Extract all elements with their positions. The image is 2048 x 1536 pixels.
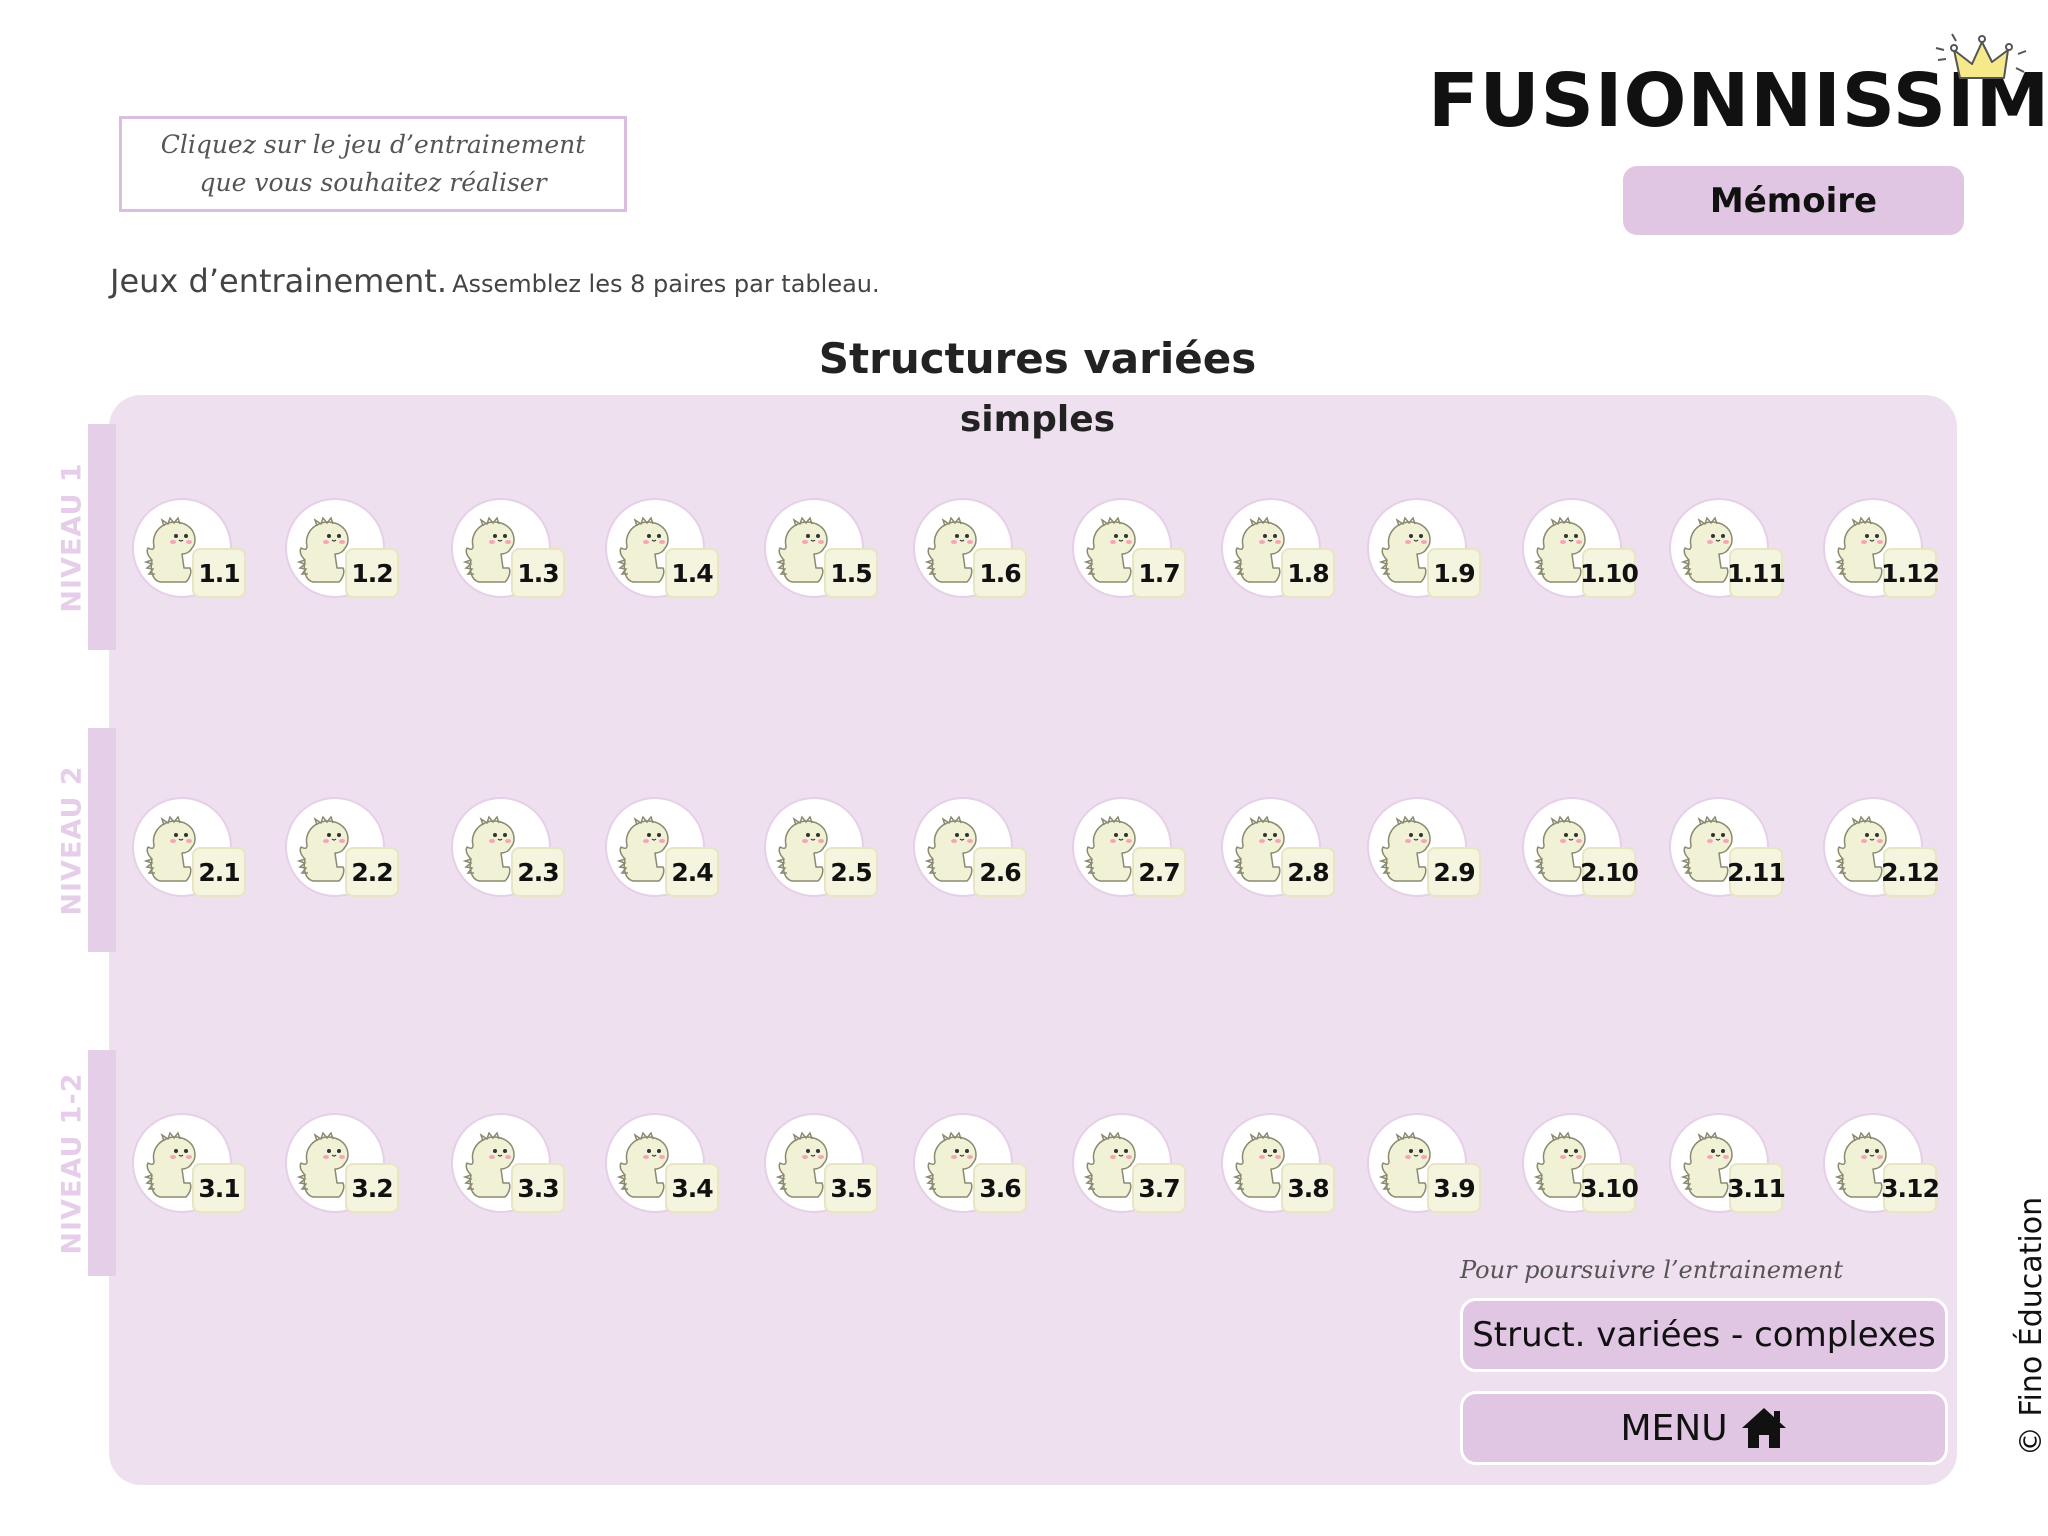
game-number: 1.9 xyxy=(1427,548,1481,598)
level-label-2: NIVEAU 2 xyxy=(56,764,88,916)
game-number: 1.11 xyxy=(1727,548,1786,598)
game-number: 3.6 xyxy=(973,1163,1027,1213)
level-label-3: NIVEAU 1-2 xyxy=(56,1071,88,1255)
game-number: 2.11 xyxy=(1727,847,1786,897)
continue-label: Pour poursuivre l’entrainement xyxy=(1460,1256,1844,1284)
game-tile[interactable]: 1.8 xyxy=(1219,498,1339,608)
memory-mode-button[interactable]: Mémoire xyxy=(1623,166,1964,235)
game-number: 1.8 xyxy=(1281,548,1335,598)
game-tile[interactable]: 2.2 xyxy=(283,797,403,907)
game-number: 3.5 xyxy=(824,1163,878,1213)
copyright: © Fino Éducation xyxy=(2014,1196,2048,1456)
game-tile[interactable]: 2.11 xyxy=(1667,797,1787,907)
game-tile[interactable]: 2.1 xyxy=(130,797,250,907)
game-tile[interactable]: 3.1 xyxy=(130,1113,250,1223)
game-number: 1.6 xyxy=(973,548,1027,598)
home-icon xyxy=(1741,1408,1786,1448)
game-tile[interactable]: 2.6 xyxy=(911,797,1031,907)
game-number: 3.7 xyxy=(1132,1163,1186,1213)
game-tile[interactable]: 3.8 xyxy=(1219,1113,1339,1223)
game-number: 2.12 xyxy=(1881,847,1940,897)
game-number: 2.2 xyxy=(345,847,399,897)
level-tab-2 xyxy=(88,728,116,952)
game-tile[interactable]: 1.10 xyxy=(1520,498,1640,608)
game-tile[interactable]: 1.3 xyxy=(449,498,569,608)
game-tile[interactable]: 1.1 xyxy=(130,498,250,608)
page-title: Structures variées xyxy=(818,334,1257,383)
menu-button-label: MENU xyxy=(1620,1407,1728,1449)
menu-button[interactable]: MENU xyxy=(1460,1391,1948,1465)
game-number: 1.3 xyxy=(511,548,565,598)
game-number: 2.9 xyxy=(1427,847,1481,897)
game-tile[interactable]: 1.5 xyxy=(762,498,882,608)
app-logo: FUSIONNISSIMO xyxy=(1428,58,2048,144)
game-tile[interactable]: 2.9 xyxy=(1365,797,1485,907)
game-tile[interactable]: 2.3 xyxy=(449,797,569,907)
game-number: 2.10 xyxy=(1580,847,1639,897)
game-number: 2.7 xyxy=(1132,847,1186,897)
panel-subtitle: simples xyxy=(959,399,1116,440)
game-number: 2.4 xyxy=(665,847,719,897)
game-tile[interactable]: 2.12 xyxy=(1821,797,1941,907)
hint-line-1: Cliquez sur le jeu d’entrainement xyxy=(160,130,586,159)
game-number: 1.2 xyxy=(345,548,399,598)
level-tab-3 xyxy=(88,1050,116,1276)
game-tile[interactable]: 3.9 xyxy=(1365,1113,1485,1223)
game-number: 3.12 xyxy=(1881,1163,1940,1213)
game-tile[interactable]: 1.2 xyxy=(283,498,403,608)
game-tile[interactable]: 1.6 xyxy=(911,498,1031,608)
game-number: 2.6 xyxy=(973,847,1027,897)
game-number: 3.9 xyxy=(1427,1163,1481,1213)
game-number: 1.10 xyxy=(1580,548,1639,598)
game-number: 3.3 xyxy=(511,1163,565,1213)
game-tile[interactable]: 2.4 xyxy=(603,797,723,907)
game-number: 3.1 xyxy=(192,1163,246,1213)
game-tile[interactable]: 2.10 xyxy=(1520,797,1640,907)
level-tab-1 xyxy=(88,424,116,650)
game-number: 2.3 xyxy=(511,847,565,897)
game-tile[interactable]: 1.7 xyxy=(1070,498,1190,608)
game-tile[interactable]: 3.12 xyxy=(1821,1113,1941,1223)
game-tile[interactable]: 3.6 xyxy=(911,1113,1031,1223)
game-tile[interactable]: 1.9 xyxy=(1365,498,1485,608)
instructions: Jeux d’entrainement. Assemblez les 8 pai… xyxy=(110,262,880,300)
next-level-button[interactable]: Struct. variées - complexes xyxy=(1460,1298,1948,1372)
game-number: 1.1 xyxy=(192,548,246,598)
game-tile[interactable]: 2.5 xyxy=(762,797,882,907)
game-number: 2.5 xyxy=(824,847,878,897)
game-number: 1.5 xyxy=(824,548,878,598)
game-number: 3.2 xyxy=(345,1163,399,1213)
hint-line-2: que vous souhaitez réaliser xyxy=(199,168,547,197)
game-tile[interactable]: 3.10 xyxy=(1520,1113,1640,1223)
game-number: 3.8 xyxy=(1281,1163,1335,1213)
game-number: 3.4 xyxy=(665,1163,719,1213)
game-number: 2.1 xyxy=(192,847,246,897)
game-tile[interactable]: 1.4 xyxy=(603,498,723,608)
game-tile[interactable]: 3.4 xyxy=(603,1113,723,1223)
game-number: 3.11 xyxy=(1727,1163,1786,1213)
game-tile[interactable]: 3.3 xyxy=(449,1113,569,1223)
crown-icon xyxy=(1935,33,2027,79)
game-tile[interactable]: 3.2 xyxy=(283,1113,403,1223)
level-label-1: NIVEAU 1 xyxy=(56,461,88,613)
game-tile[interactable]: 3.5 xyxy=(762,1113,882,1223)
instructions-detail: Assemblez les 8 paires par tableau. xyxy=(452,270,880,298)
instruction-hint-box: Cliquez sur le jeu d’entrainement que vo… xyxy=(119,116,627,212)
game-tile[interactable]: 1.12 xyxy=(1821,498,1941,608)
game-number: 1.12 xyxy=(1881,548,1940,598)
game-number: 1.4 xyxy=(665,548,719,598)
instructions-heading: Jeux d’entrainement. xyxy=(110,262,447,300)
game-tile[interactable]: 1.11 xyxy=(1667,498,1787,608)
game-number: 3.10 xyxy=(1580,1163,1639,1213)
game-tile[interactable]: 2.8 xyxy=(1219,797,1339,907)
game-number: 1.7 xyxy=(1132,548,1186,598)
game-tile[interactable]: 3.7 xyxy=(1070,1113,1190,1223)
game-tile[interactable]: 3.11 xyxy=(1667,1113,1787,1223)
game-tile[interactable]: 2.7 xyxy=(1070,797,1190,907)
game-number: 2.8 xyxy=(1281,847,1335,897)
